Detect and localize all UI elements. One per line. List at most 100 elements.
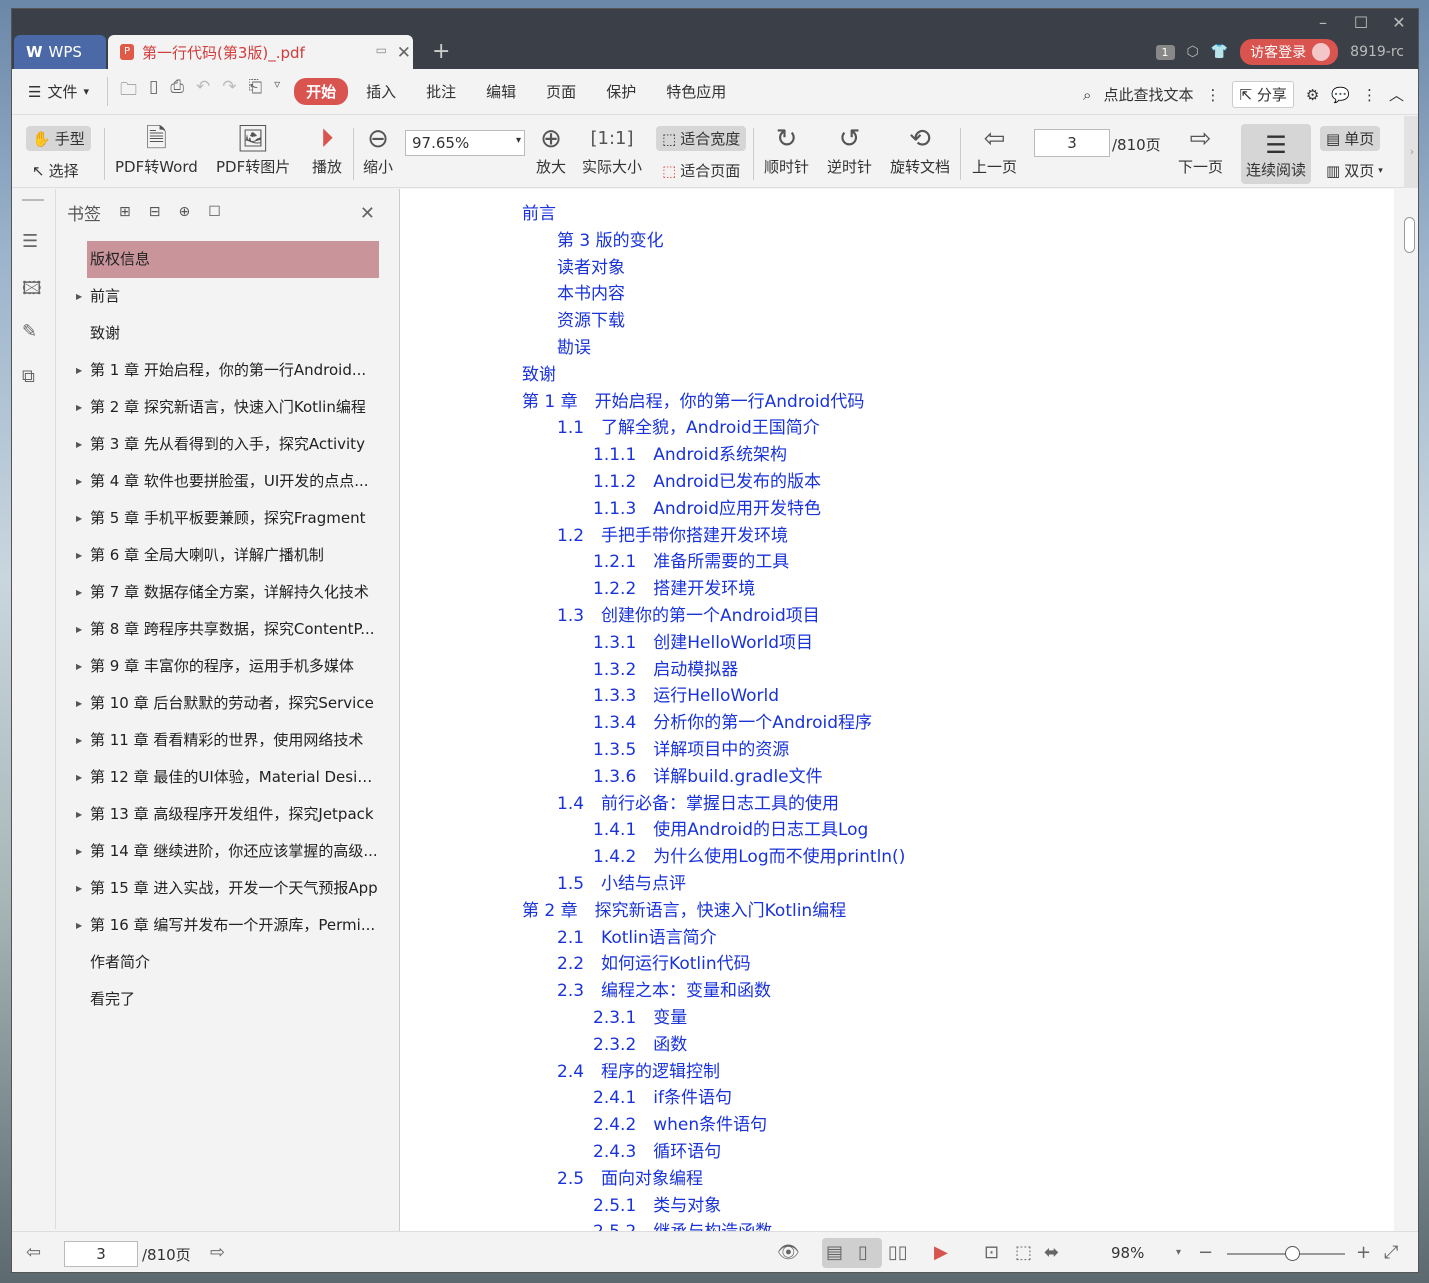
bookmark-item[interactable]: ▶ 第 13 章 高级程序开发组件，探究Jetpack: [67, 796, 379, 833]
share-button[interactable]: ⇱ 分享: [1232, 81, 1294, 108]
bookmark-item[interactable]: ▶ 前言: [67, 278, 379, 315]
expand-arrow-icon[interactable]: ▶: [76, 537, 82, 574]
toc-link[interactable]: 1.4.1 使用Android的日志工具Log: [593, 815, 868, 840]
bookmark-item[interactable]: ▶ 第 6 章 全局大喇叭，详解广播机制: [67, 537, 379, 574]
vertical-scrollbar[interactable]: [1398, 189, 1418, 1231]
bookmark-item[interactable]: ▶ 第 9 章 丰富你的程序，运用手机多媒体: [67, 648, 379, 685]
continuous-view-icon[interactable]: ▤: [826, 1242, 843, 1263]
toc-link[interactable]: 前言: [522, 199, 556, 224]
toc-link[interactable]: 勘误: [557, 333, 591, 358]
bookmark-item[interactable]: ▶ 第 14 章 继续进阶，你还应该掌握的高级...: [67, 833, 379, 870]
expand-arrow-icon[interactable]: ▶: [76, 796, 82, 833]
toc-link[interactable]: 2.3 编程之本：变量和函数: [557, 976, 771, 1001]
eye-protection-icon[interactable]: 👁: [777, 1242, 800, 1263]
open-folder-icon[interactable]: 🗀: [120, 77, 137, 106]
tab-special[interactable]: 特色应用: [654, 78, 738, 105]
toc-link[interactable]: 资源下载: [557, 306, 625, 331]
close-tab-icon[interactable]: ✕: [397, 43, 411, 63]
skin-icon[interactable]: ⬡: [1187, 44, 1199, 60]
zoom-in-icon[interactable]: +: [1356, 1242, 1371, 1263]
bookmark-item[interactable]: ▶ 第 1 章 开始启程，你的第一行Android...: [67, 352, 379, 389]
close-icon[interactable]: ✕: [360, 203, 375, 224]
new-tab-button[interactable]: +: [432, 39, 450, 64]
toc-link[interactable]: 2.4.1 if条件语句: [593, 1083, 732, 1108]
attachment-icon[interactable]: ⧉: [22, 366, 44, 388]
bookmark-list-icon[interactable]: ☰: [22, 231, 44, 253]
play-button[interactable]: ⏵ 播放: [312, 122, 342, 177]
tab-insert[interactable]: 插入: [354, 78, 408, 105]
bookmark-item[interactable]: ▶ 第 7 章 数据存储全方案，详解持久化技术: [67, 574, 379, 611]
expand-arrow-icon[interactable]: ▶: [76, 574, 82, 611]
next-page-icon[interactable]: ⇨: [210, 1242, 225, 1263]
export-icon[interactable]: ⎗: [248, 77, 262, 106]
bookmark-item[interactable]: ▶ 第 8 章 跨程序共享数据，探究ContentP...: [67, 611, 379, 648]
expand-arrow-icon[interactable]: ▶: [76, 500, 82, 537]
toc-link[interactable]: 1.3.5 详解项目中的资源: [593, 735, 789, 760]
zoom-in-button[interactable]: ⊕ 放大: [536, 122, 566, 177]
bookmark-item[interactable]: 致谢: [67, 315, 379, 352]
file-menu[interactable]: ☰ 文件 ▾: [28, 81, 89, 102]
more-dropdown-icon[interactable]: ▿: [274, 77, 280, 106]
expand-arrow-icon[interactable]: ▶: [76, 648, 82, 685]
toc-link[interactable]: 1.2 手把手带你搭建开发环境: [557, 521, 788, 546]
expand-arrow-icon[interactable]: ▶: [76, 722, 82, 759]
expand-arrow-icon[interactable]: ▶: [76, 463, 82, 500]
toc-link[interactable]: 1.3.2 启动模拟器: [593, 655, 738, 680]
toc-link[interactable]: 2.1 Kotlin语言简介: [557, 923, 717, 948]
toc-link[interactable]: 1.3.4 分析你的第一个Android程序: [593, 708, 872, 733]
bookmark-item[interactable]: ▶ 第 15 章 进入实战，开发一个天气预报App: [67, 870, 379, 907]
expand-arrow-icon[interactable]: ▶: [76, 389, 82, 426]
double-page-button[interactable]: ▥ 双页 ▾: [1320, 158, 1389, 183]
more-vertical-icon[interactable]: ⋮: [1205, 86, 1220, 104]
toc-link[interactable]: 1.4.2 为什么使用Log而不使用println(): [593, 842, 905, 867]
annotation-icon[interactable]: ✎: [22, 321, 44, 343]
pdf-to-image-button[interactable]: 🖼 PDF转图片: [216, 122, 290, 177]
zoom-out-button[interactable]: ⊖ 缩小: [363, 122, 393, 177]
toc-link[interactable]: 1.3 创建你的第一个Android项目: [557, 601, 820, 626]
collapse-all-icon[interactable]: ⊟: [149, 204, 161, 220]
toolbar-scroll-arrow[interactable]: ›: [1404, 116, 1418, 188]
fit-page-icon[interactable]: ⬚: [1015, 1242, 1032, 1263]
scrollbar-thumb[interactable]: [1404, 217, 1415, 253]
rotate-clockwise-button[interactable]: ↻ 顺时针: [764, 122, 809, 177]
toc-link[interactable]: 致谢: [522, 360, 556, 385]
toc-link[interactable]: 1.5 小结与点评: [557, 869, 686, 894]
settings-gear-icon[interactable]: ⚙: [1306, 86, 1319, 104]
continuous-reading-button[interactable]: ☰ 连续阅读: [1241, 124, 1311, 184]
hand-tool-button[interactable]: ✋ 手型: [26, 126, 91, 151]
actual-size-icon[interactable]: ⊡: [984, 1242, 999, 1263]
close-icon[interactable]: ✕: [1388, 13, 1410, 33]
drag-handle[interactable]: [22, 199, 44, 201]
bookmark-item[interactable]: 看完了: [67, 981, 379, 1018]
more-options-icon[interactable]: ⋮: [1362, 86, 1377, 104]
fit-page-button[interactable]: ⬚ 适合页面: [656, 158, 746, 183]
print-icon[interactable]: ⎙: [170, 77, 184, 106]
zoom-out-icon[interactable]: −: [1198, 1242, 1213, 1263]
expand-arrow-icon[interactable]: ▶: [76, 833, 82, 870]
tab-page[interactable]: 页面: [534, 78, 588, 105]
tab-edit[interactable]: 编辑: [474, 78, 528, 105]
tab-wps-home[interactable]: W WPS: [14, 35, 106, 69]
expand-arrow-icon[interactable]: ▶: [76, 352, 82, 389]
expand-arrow-icon[interactable]: ▶: [76, 426, 82, 463]
window-count-badge[interactable]: 1: [1155, 44, 1175, 60]
toc-link[interactable]: 2.5 面向对象编程: [557, 1164, 703, 1189]
monitor-icon[interactable]: ▭: [376, 43, 387, 57]
expand-arrow-icon[interactable]: ▶: [76, 907, 82, 944]
save-icon[interactable]: ▯: [149, 77, 158, 106]
minimize-icon[interactable]: –: [1312, 13, 1334, 33]
toc-link[interactable]: 1.2.1 准备所需要的工具: [593, 547, 789, 572]
actual-size-button[interactable]: [1:1] 实际大小: [582, 122, 642, 177]
maximize-icon[interactable]: ☐: [1350, 13, 1372, 33]
toc-link[interactable]: 本书内容: [557, 279, 625, 304]
visitor-login-button[interactable]: 访客登录: [1240, 39, 1339, 65]
expand-all-icon[interactable]: ⊞: [119, 204, 131, 220]
collapse-ribbon-icon[interactable]: ︿: [1389, 84, 1404, 105]
select-tool-button[interactable]: ↖ 选择: [26, 158, 85, 183]
toc-link[interactable]: 读者对象: [557, 253, 625, 278]
bookmark-item[interactable]: 版权信息: [87, 241, 379, 278]
prev-page-icon[interactable]: ⇦: [26, 1242, 41, 1263]
tab-comment[interactable]: 批注: [414, 78, 468, 105]
toc-link[interactable]: 2.2 如何运行Kotlin代码: [557, 949, 751, 974]
thumbnail-icon[interactable]: 🖾: [22, 276, 44, 299]
